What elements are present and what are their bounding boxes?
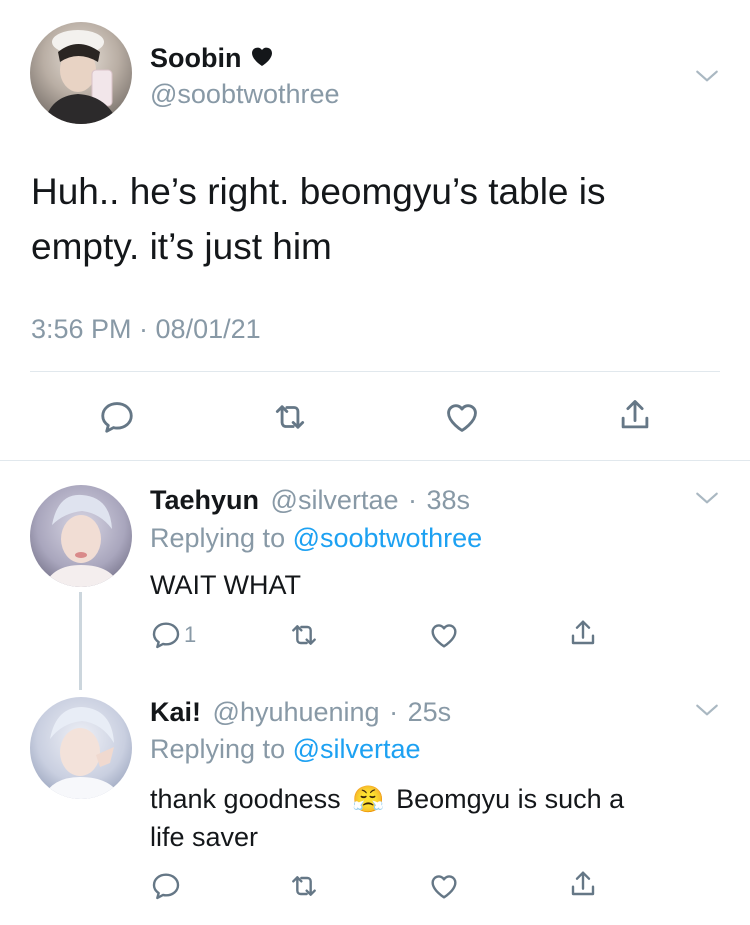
handle[interactable]: @soobtwothree <box>150 78 340 110</box>
separator-dot: · <box>389 697 399 727</box>
like-button[interactable] <box>443 398 481 436</box>
reply-button[interactable]: 1 <box>150 619 196 651</box>
avatar[interactable] <box>30 22 132 124</box>
replying-to-label: Replying to <box>150 523 293 553</box>
thread-line <box>79 592 82 690</box>
heart-icon <box>250 42 274 74</box>
chevron-down-icon[interactable] <box>694 63 720 89</box>
tweet-text: WAIT WHAT <box>150 570 301 600</box>
retweet-icon <box>271 398 309 436</box>
reply-count: 1 <box>184 622 197 647</box>
separator-dot: · <box>408 485 417 515</box>
tweet-text-line: empty. it’s just him <box>31 226 332 267</box>
divider <box>0 460 750 461</box>
tweet-text-line: Huh.. he’s right. beomgyu’s table is <box>31 171 606 212</box>
chevron-down-icon[interactable] <box>694 485 720 511</box>
avatar[interactable] <box>30 697 132 799</box>
tweet-text-line: life saver <box>150 822 259 852</box>
retweet-icon <box>288 619 320 651</box>
like-button[interactable] <box>428 870 460 902</box>
tweet-text: Huh.. he’s right. beomgyu’s table is emp… <box>31 164 731 274</box>
timestamp[interactable]: 3:56 PM · 08/01/21 <box>31 313 261 345</box>
chevron-down-icon[interactable] <box>694 697 720 723</box>
tweet-text: thank goodness 😤 Beomgyu is such a life … <box>150 780 720 856</box>
tweet-text-part: thank goodness <box>150 784 341 814</box>
retweet-button[interactable] <box>271 398 309 436</box>
display-name[interactable]: Taehyun <box>150 485 259 515</box>
share-button[interactable] <box>567 617 599 649</box>
handle[interactable]: @hyuhuening <box>213 697 380 727</box>
replying-to-link[interactable]: @silvertae <box>293 734 421 764</box>
replying-to-link[interactable]: @soobtwothree <box>293 523 483 553</box>
divider <box>30 371 720 372</box>
reply-icon <box>150 870 182 902</box>
tweet-text-part: Beomgyu is such a <box>396 784 625 814</box>
retweet-icon <box>288 870 320 902</box>
tweet-age[interactable]: 38s <box>427 485 471 515</box>
reply-button[interactable] <box>98 398 136 436</box>
handle[interactable]: @silvertae <box>271 485 399 515</box>
like-icon <box>428 619 460 651</box>
reply-button[interactable] <box>150 870 182 902</box>
like-button[interactable] <box>428 619 460 651</box>
avatar[interactable] <box>30 485 132 587</box>
reply-icon <box>98 398 136 436</box>
share-button[interactable] <box>616 396 654 434</box>
share-icon <box>567 617 599 649</box>
share-icon <box>567 868 599 900</box>
tweet-age[interactable]: 25s <box>408 697 452 727</box>
retweet-button[interactable] <box>288 619 320 651</box>
display-name[interactable]: Kai! <box>150 697 201 727</box>
like-icon <box>428 870 460 902</box>
reply-icon <box>150 619 182 651</box>
like-icon <box>443 398 481 436</box>
display-name[interactable]: Soobin <box>150 42 241 74</box>
replying-to-label: Replying to <box>150 734 293 764</box>
share-icon <box>616 396 654 434</box>
share-button[interactable] <box>567 868 599 900</box>
retweet-button[interactable] <box>288 870 320 902</box>
emoji: 😤 <box>352 784 385 814</box>
